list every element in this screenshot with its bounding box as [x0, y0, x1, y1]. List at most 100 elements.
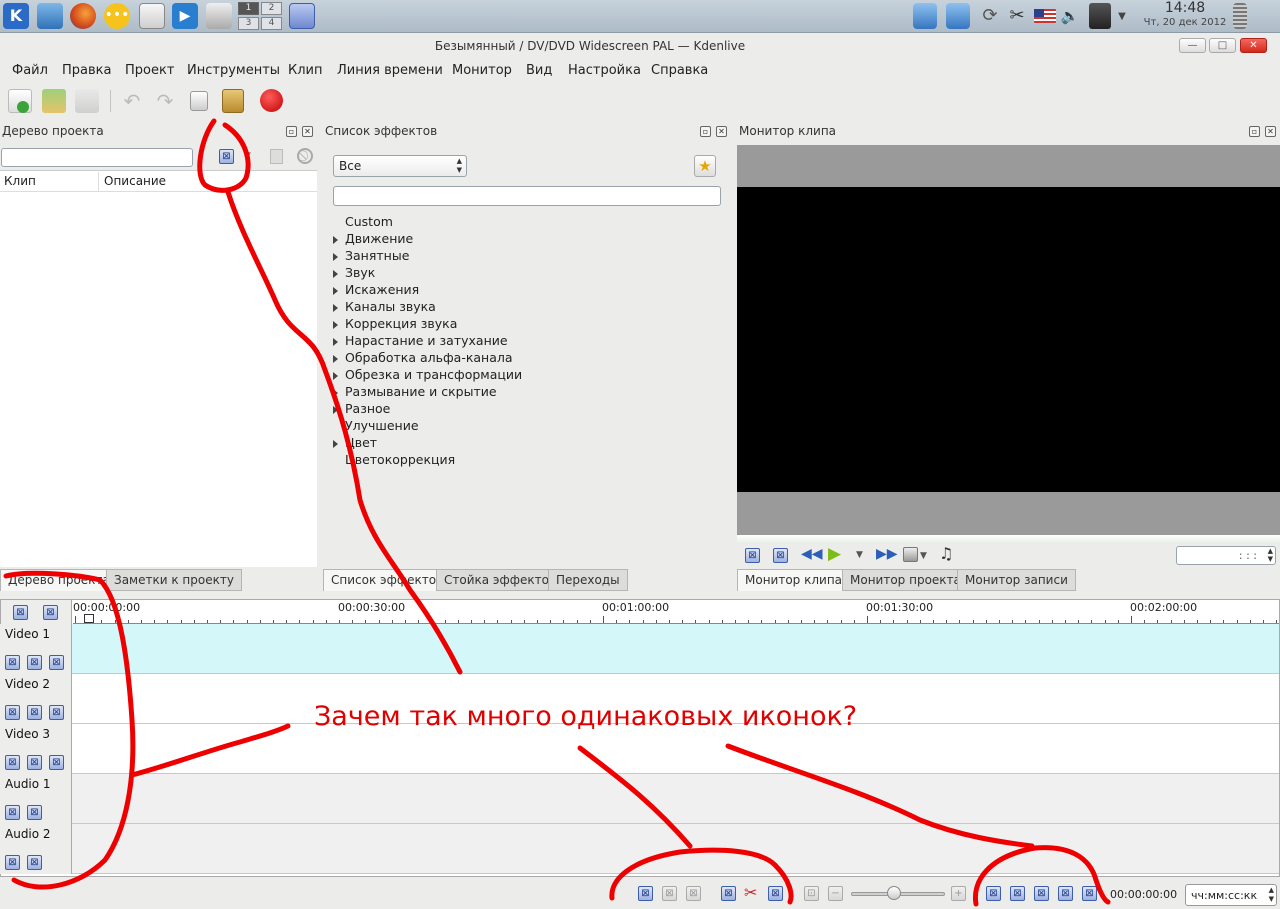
menu-view[interactable]: Вид — [526, 63, 552, 78]
expand-arrow-icon[interactable] — [333, 270, 338, 278]
menu-project[interactable]: Проект — [125, 63, 174, 78]
kde-menu-icon[interactable]: K — [3, 3, 29, 29]
delete-clip-icon[interactable]: ⃠ — [297, 148, 313, 164]
effect-category-item[interactable]: Размывание и скрытие — [345, 384, 497, 399]
tab-clip-monitor[interactable]: Монитор клипа — [737, 569, 851, 591]
media-player-icon[interactable]: ▶ — [172, 3, 198, 29]
tab-effects-list[interactable]: Список эффектов — [323, 569, 452, 591]
track-toggle-icon[interactable]: ⊠ — [27, 805, 42, 820]
rewind-icon[interactable]: ◀◀ — [801, 546, 823, 562]
favorite-effects-icon[interactable]: ★ — [694, 155, 716, 177]
tray-network-icon[interactable] — [913, 3, 937, 29]
effect-category-item[interactable]: Обработка альфа-канала — [345, 350, 513, 365]
track-toggle-icon[interactable]: ⊠ — [27, 855, 42, 870]
tab-project-monitor[interactable]: Монитор проекта — [842, 569, 969, 591]
set-zone-end-icon[interactable]: ⊠ — [773, 548, 788, 563]
track-toggle-icon[interactable]: ⊠ — [27, 755, 42, 770]
effect-category-item[interactable]: Занятные — [345, 248, 409, 263]
paste-icon[interactable] — [222, 89, 244, 113]
menu-help[interactable]: Справка — [651, 63, 708, 78]
effect-category-item[interactable]: Разное — [345, 401, 390, 416]
menu-tools[interactable]: Инструменты — [187, 63, 280, 78]
mail-icon[interactable] — [139, 3, 165, 29]
expand-arrow-icon[interactable] — [333, 440, 338, 448]
save-project-icon[interactable] — [75, 89, 99, 113]
monitor-config-icon[interactable] — [903, 547, 918, 562]
play-options-dropdown-icon[interactable]: ▼ — [856, 550, 863, 560]
expand-arrow-icon[interactable] — [333, 338, 338, 346]
status-tool-icon-6[interactable]: ⊠ — [986, 886, 1001, 901]
track-header[interactable]: Video 2 ⊠ ⊠ ⊠ — [0, 674, 72, 724]
firefox-icon[interactable] — [70, 3, 96, 29]
effects-filter-select[interactable]: Все ▲ ▼ — [333, 155, 467, 177]
timeline-ruler[interactable] — [73, 600, 1279, 624]
timeline-track[interactable] — [0, 724, 1279, 774]
menu-settings[interactable]: Настройка — [568, 63, 641, 78]
pager-desktop-4[interactable]: 4 — [261, 17, 282, 30]
status-tool-icon-7[interactable]: ⊠ — [1010, 886, 1025, 901]
kdenlive-task-icon[interactable] — [289, 3, 315, 29]
zoom-slider-handle[interactable] — [887, 886, 901, 900]
track-header[interactable]: Audio 2 ⊠ ⊠ — [0, 824, 72, 874]
virtual-desktop-pager[interactable]: 1 2 3 4 — [238, 2, 283, 32]
effects-float-icon[interactable]: ▫ — [700, 126, 711, 137]
razor-tool-icon[interactable]: ✂ — [744, 883, 757, 902]
add-clip-icon[interactable]: ⊠ — [219, 149, 234, 164]
project-tree-list[interactable] — [0, 170, 317, 567]
effect-category-item[interactable]: Каналы звука — [345, 299, 436, 314]
project-tree-close-icon[interactable]: ✕ — [302, 126, 313, 137]
panel-toolbox-icon[interactable] — [1233, 3, 1247, 29]
clip-properties-icon[interactable] — [270, 149, 283, 164]
status-tool-icon-4[interactable]: ⊠ — [721, 886, 736, 901]
effect-category-item[interactable]: Custom — [345, 214, 393, 229]
tab-transitions[interactable]: Переходы — [548, 569, 628, 591]
effect-category-item[interactable]: Движение — [345, 231, 413, 246]
maximize-button[interactable]: □ — [1209, 38, 1236, 53]
expand-arrow-icon[interactable] — [333, 236, 338, 244]
open-project-icon[interactable] — [42, 89, 66, 113]
status-tool-icon-3[interactable]: ⊠ — [686, 886, 701, 901]
play-icon[interactable]: ▶ — [828, 544, 841, 564]
track-toggle-icon[interactable]: ⊠ — [27, 655, 42, 670]
menu-file[interactable]: Файл — [12, 63, 48, 78]
tab-effect-stack[interactable]: Стойка эффектов — [436, 569, 565, 591]
fit-zoom-icon[interactable]: ⊡ — [804, 886, 819, 901]
close-window-button[interactable]: ✕ — [1240, 38, 1267, 53]
expand-arrow-icon[interactable] — [333, 389, 338, 397]
monitor-timecode-input[interactable]: : : : ▲ ▼ — [1176, 546, 1276, 565]
monitor-config-dropdown-icon[interactable]: ▼ — [920, 551, 927, 561]
status-tool-icon-2[interactable]: ⊠ — [662, 886, 677, 901]
settings-icon[interactable] — [206, 3, 232, 29]
copy-icon[interactable] — [190, 91, 208, 111]
status-tool-icon-5[interactable]: ⊠ — [768, 886, 783, 901]
minimize-button[interactable]: — — [1179, 38, 1206, 53]
tray-clipboard-icon[interactable]: ✂ — [1006, 3, 1028, 29]
menu-monitor[interactable]: Монитор — [452, 63, 512, 78]
expand-arrow-icon[interactable] — [333, 372, 338, 380]
tab-record-monitor[interactable]: Монитор записи — [957, 569, 1076, 591]
pager-desktop-2[interactable]: 2 — [261, 2, 282, 15]
pager-desktop-3[interactable]: 3 — [238, 17, 259, 30]
column-description[interactable]: Описание — [104, 174, 166, 188]
tray-device-icon[interactable] — [1089, 3, 1111, 29]
expand-arrow-icon[interactable] — [333, 287, 338, 295]
set-zone-start-icon[interactable]: ⊠ — [745, 548, 760, 563]
expand-arrow-icon[interactable] — [333, 304, 338, 312]
timeline-header-icon-2[interactable]: ⊠ — [43, 605, 58, 620]
chat-icon[interactable]: ••• — [104, 3, 130, 29]
expand-arrow-icon[interactable] — [333, 321, 338, 329]
timeline-track[interactable] — [0, 624, 1279, 674]
tray-display-icon[interactable] — [946, 3, 970, 29]
timeline-track[interactable] — [0, 824, 1279, 874]
track-toggle-icon[interactable]: ⊠ — [27, 705, 42, 720]
effects-search-input[interactable] — [333, 186, 721, 206]
effect-category-item[interactable]: Коррекция звука — [345, 316, 457, 331]
zoom-in-icon[interactable]: + — [951, 886, 966, 901]
time-format-select[interactable]: чч:мм:сс:кк ▲ ▼ — [1185, 884, 1277, 906]
track-toggle-icon[interactable]: ⊠ — [49, 755, 64, 770]
track-toggle-icon[interactable]: ⊠ — [5, 705, 20, 720]
tray-update-icon[interactable]: ⟳ — [979, 3, 1001, 29]
menu-timeline[interactable]: Линия времени — [337, 63, 443, 78]
track-header[interactable]: Video 1 ⊠ ⊠ ⊠ — [0, 624, 72, 674]
tray-expand-icon[interactable]: ▼ — [1115, 3, 1129, 29]
